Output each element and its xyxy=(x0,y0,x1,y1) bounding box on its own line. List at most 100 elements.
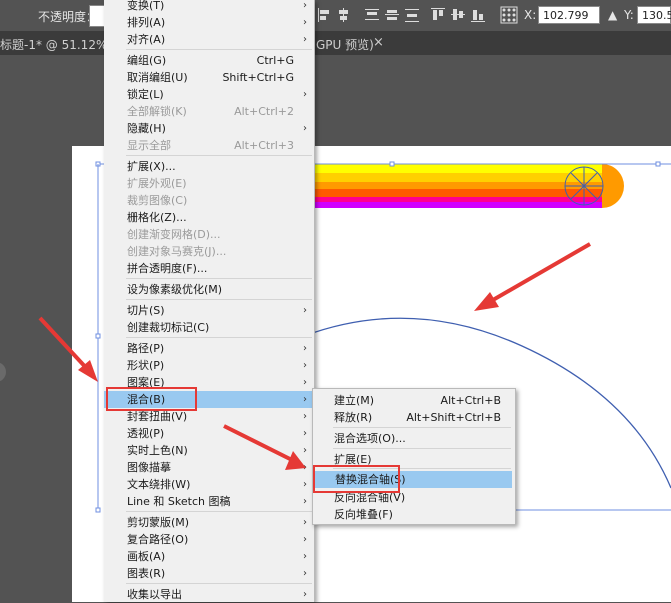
menu-item-32[interactable]: 图表(R) › xyxy=(104,565,314,582)
chevron-right-icon: › xyxy=(303,89,307,100)
menu-item-18[interactable]: 创建裁切标记(C) xyxy=(104,319,314,336)
blend-submenu-item-0[interactable]: 建立(M) Alt+Ctrl+B xyxy=(313,392,515,409)
align-center-icon[interactable] xyxy=(336,6,352,24)
menu-item-19[interactable]: 路径(P) › xyxy=(104,340,314,357)
chevron-right-icon: › xyxy=(303,589,307,600)
align-top-icon[interactable] xyxy=(430,6,446,24)
menu-item-9[interactable]: 扩展(X)... xyxy=(104,158,314,175)
menu-item-1[interactable]: 排列(A) › xyxy=(104,14,314,31)
blend-submenu-item-6[interactable]: 反向堆叠(F) xyxy=(313,506,515,523)
menu-item-11: 裁剪图像(C) xyxy=(104,192,314,209)
menu-item-label: 裁剪图像(C) xyxy=(127,194,188,207)
x-input[interactable]: 102.799 xyxy=(538,6,600,24)
control-bar: 不透明度： X: 102.799 ▲ Y: 130.5 xyxy=(0,0,671,32)
menu-item-label: 栅格化(Z)... xyxy=(127,211,187,224)
menu-item-label: 剪切蒙版(M) xyxy=(127,516,190,529)
menu-item-label: 实时上色(N) xyxy=(127,444,188,457)
menu-item-5[interactable]: 锁定(L) › xyxy=(104,86,314,103)
object-menu: 变换(T) › 排列(A) › 对齐(A) › 编组(G) Ctrl+G 取消编组(U) Shif… xyxy=(104,0,315,602)
chevron-right-icon: › xyxy=(303,445,307,456)
submenu-item-label: 混合选项(O)... xyxy=(334,432,406,445)
submenu-item-shortcut: Alt+Ctrl+B xyxy=(440,394,501,407)
menu-separator xyxy=(126,49,312,50)
chevron-right-icon: › xyxy=(303,496,307,507)
menu-item-label: 切片(S) xyxy=(127,304,165,317)
menu-item-label: 全部解锁(K) xyxy=(127,105,187,118)
reference-point-icon[interactable] xyxy=(500,6,518,28)
chevron-right-icon: › xyxy=(303,377,307,388)
menu-item-3[interactable]: 编组(G) Ctrl+G xyxy=(104,52,314,69)
menu-item-label: Line 和 Sketch 图稿 xyxy=(127,495,231,508)
stripe-2 xyxy=(312,173,602,182)
stripe-1 xyxy=(312,164,602,173)
panel-collapse-handle[interactable] xyxy=(0,0,10,602)
menu-separator xyxy=(126,299,312,300)
distribute-vertical-icon[interactable] xyxy=(364,6,380,24)
menu-item-7[interactable]: 隐藏(H) › xyxy=(104,120,314,137)
menu-item-28[interactable]: Line 和 Sketch 图稿 › xyxy=(104,493,314,510)
menu-item-31[interactable]: 画板(A) › xyxy=(104,548,314,565)
menu-item-label: 画板(A) xyxy=(127,550,166,563)
menu-item-label: 拼合透明度(F)... xyxy=(127,262,208,275)
menu-item-25[interactable]: 实时上色(N) › xyxy=(104,442,314,459)
menu-item-10: 扩展外观(E) xyxy=(104,175,314,192)
stripe-5 xyxy=(312,197,602,202)
menu-item-4[interactable]: 取消编组(U) Shift+Ctrl+G xyxy=(104,69,314,86)
blend-end-circle xyxy=(564,166,604,206)
chevron-right-icon: › xyxy=(303,568,307,579)
chevron-right-icon: › xyxy=(303,123,307,134)
menu-item-label: 形状(P) xyxy=(127,359,165,372)
menu-item-20[interactable]: 形状(P) › xyxy=(104,357,314,374)
menu-item-29[interactable]: 剪切蒙版(M) › xyxy=(104,514,314,531)
blend-submenu-item-2[interactable]: 混合选项(O)... xyxy=(313,430,515,447)
submenu-separator xyxy=(333,448,511,449)
menu-item-label: 排列(A) xyxy=(127,16,166,29)
menu-separator xyxy=(126,155,312,156)
y-input[interactable]: 130.5 xyxy=(637,6,671,24)
close-tab-icon[interactable]: × xyxy=(373,35,384,50)
menu-item-33[interactable]: 收集以导出 › xyxy=(104,586,314,603)
menu-item-0[interactable]: 变换(T) › xyxy=(104,0,314,14)
menu-item-label: 对齐(A) xyxy=(127,33,166,46)
menu-item-16[interactable]: 设为像素级优化(M) xyxy=(104,281,314,298)
x-label: X: xyxy=(524,8,537,22)
blend-submenu-item-1[interactable]: 释放(R) Alt+Shift+Ctrl+B xyxy=(313,409,515,426)
chevron-right-icon: › xyxy=(303,360,307,371)
menu-item-label: 收集以导出 xyxy=(127,588,182,601)
menu-item-15[interactable]: 拼合透明度(F)... xyxy=(104,260,314,277)
selection-handle xyxy=(95,333,101,339)
menu-item-12[interactable]: 栅格化(Z)... xyxy=(104,209,314,226)
submenu-item-label: 建立(M) xyxy=(334,394,375,407)
menu-item-13: 创建渐变网格(D)... xyxy=(104,226,314,243)
distribute-center-icon[interactable] xyxy=(384,6,400,24)
menu-item-label: 隐藏(H) xyxy=(127,122,166,135)
menu-item-shortcut: Alt+Ctrl+2 xyxy=(234,105,294,118)
menu-item-17[interactable]: 切片(S) › xyxy=(104,302,314,319)
menu-item-shortcut: Shift+Ctrl+G xyxy=(222,71,294,84)
menu-item-27[interactable]: 文本绕排(W) › xyxy=(104,476,314,493)
menu-item-2[interactable]: 对齐(A) › xyxy=(104,31,314,48)
chevron-right-icon: › xyxy=(303,394,307,405)
lock-proportion-icon[interactable]: ▲ xyxy=(608,8,617,22)
align-bottom-icon[interactable] xyxy=(470,6,486,24)
menu-item-26[interactable]: 图像描摹 › xyxy=(104,459,314,476)
menu-item-30[interactable]: 复合路径(O) › xyxy=(104,531,314,548)
chevron-right-icon: › xyxy=(303,0,307,11)
menu-item-shortcut: Alt+Ctrl+3 xyxy=(234,139,294,152)
align-middle-icon[interactable] xyxy=(450,6,466,24)
menu-item-label: 透视(P) xyxy=(127,427,165,440)
menu-item-label: 图表(R) xyxy=(127,567,166,580)
menu-item-6: 全部解锁(K) Alt+Ctrl+2 xyxy=(104,103,314,120)
submenu-item-label: 释放(R) xyxy=(334,411,373,424)
align-left-icon[interactable] xyxy=(316,6,332,24)
menu-separator xyxy=(126,583,312,584)
chevron-right-icon: › xyxy=(303,479,307,490)
blend-submenu: 建立(M) Alt+Ctrl+B 释放(R) Alt+Shift+Ctrl+B 混合选项… xyxy=(312,388,516,525)
distribute-bottom-icon[interactable] xyxy=(404,6,420,24)
menu-item-24[interactable]: 透视(P) › xyxy=(104,425,314,442)
menu-separator xyxy=(126,511,312,512)
menu-item-label: 文本绕排(W) xyxy=(127,478,191,491)
highlight-box-replace-spine xyxy=(313,465,400,493)
menu-separator xyxy=(126,337,312,338)
menu-separator xyxy=(126,278,312,279)
